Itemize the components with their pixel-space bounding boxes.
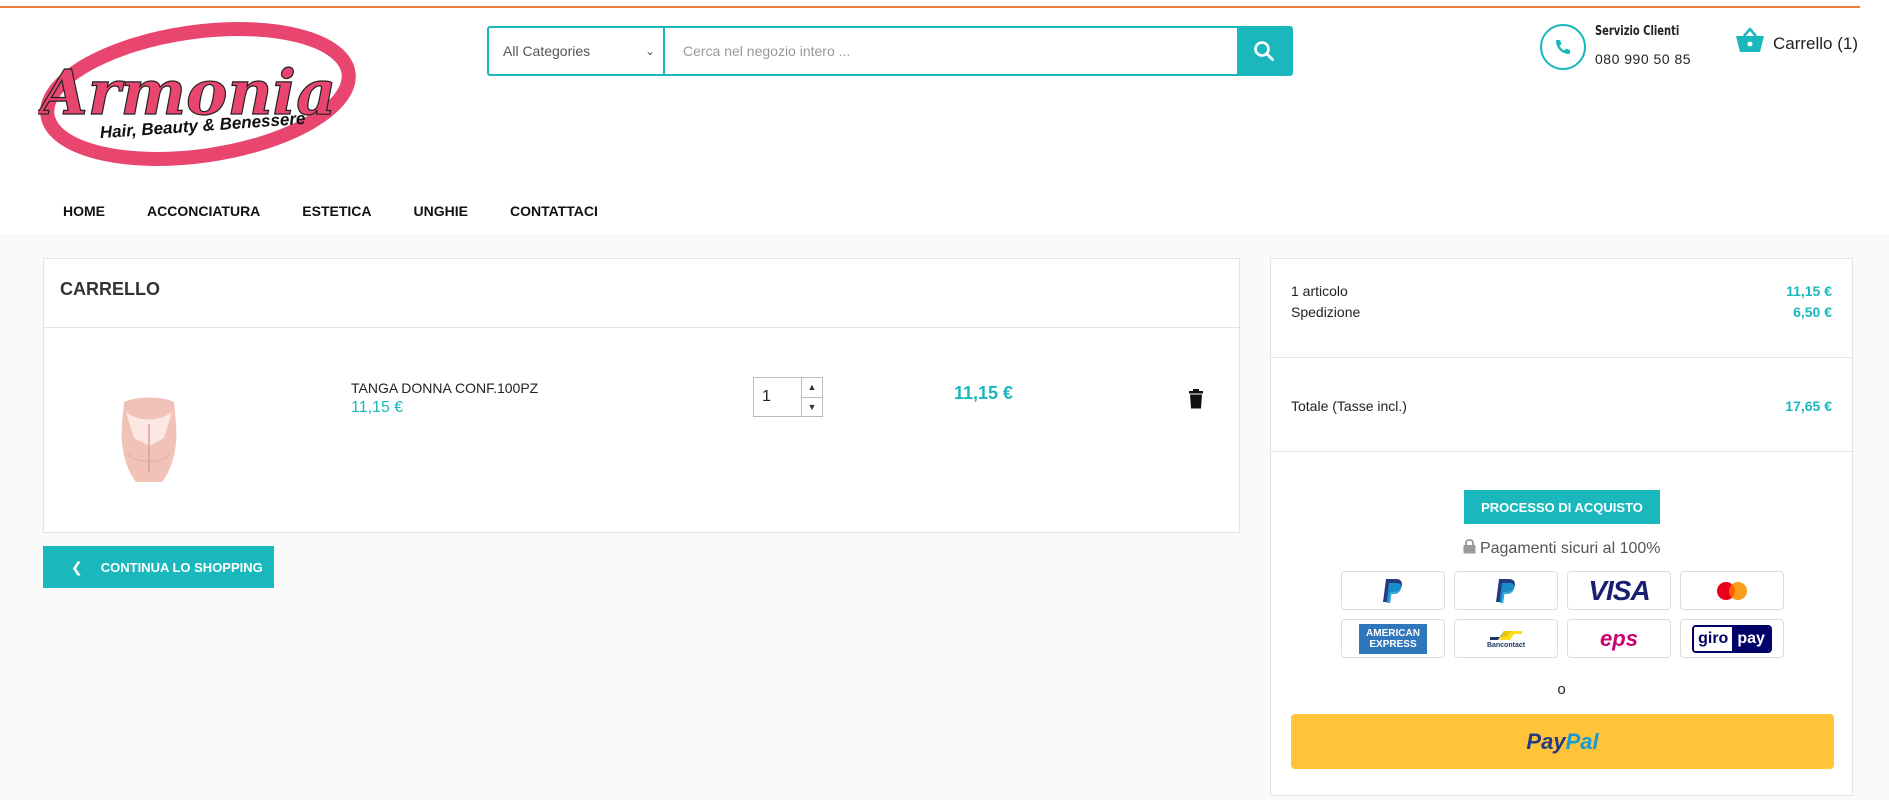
quantity-increase-button[interactable]: ▲ <box>802 378 822 398</box>
basket-icon[interactable] <box>1734 24 1766 56</box>
summary-divider <box>1271 357 1852 358</box>
bancontact-label: Bancontact <box>1486 642 1526 649</box>
chevron-left-icon: ❮ <box>71 558 83 575</box>
nav-item-contattaci[interactable]: CONTATTACI <box>510 203 598 219</box>
trash-icon[interactable] <box>1188 389 1204 409</box>
giropay-card: giro pay <box>1680 619 1784 658</box>
summary-items-row: 1 articolo 11,15 € <box>1291 283 1832 299</box>
customer-service-phone[interactable]: 080 990 50 85 <box>1595 51 1691 67</box>
or-separator: o <box>1557 681 1566 698</box>
summary-total-label: Totale (Tasse incl.) <box>1291 398 1407 414</box>
bancontact-card: Bancontact <box>1454 619 1558 658</box>
secure-payments: Pagamenti sicuri al 100% <box>1271 539 1852 558</box>
summary-items-label: 1 articolo <box>1291 283 1348 299</box>
category-select-value: All Categories <box>503 43 591 59</box>
summary-total-row: Totale (Tasse incl.) 17,65 € <box>1291 398 1832 414</box>
mastercard-icon <box>1717 581 1747 600</box>
payment-methods: VISA AMERICAN EXPRESS Bancontact eps gir… <box>1341 571 1784 658</box>
continue-shopping-button[interactable]: ❮ CONTINUA LO SHOPPING <box>43 546 274 588</box>
summary-items-value: 11,15 € <box>1786 283 1832 299</box>
cart-link[interactable]: Carrello (1) <box>1773 34 1858 54</box>
product-image[interactable] <box>114 394 184 484</box>
summary-shipping-row: Spedizione 6,50 € <box>1291 304 1832 320</box>
amex-text: EXPRESS <box>1369 638 1417 650</box>
nav-item-home[interactable]: HOME <box>63 203 105 219</box>
nav-item-estetica[interactable]: ESTETICA <box>302 203 371 219</box>
phone-icon <box>1540 24 1586 70</box>
cart-divider <box>44 327 1239 328</box>
continue-shopping-label: CONTINUA LO SHOPPING <box>100 559 263 575</box>
summary-total-value: 17,65 € <box>1785 398 1832 414</box>
paypal-button-label: Pay <box>1526 728 1566 754</box>
amex-card: AMERICAN EXPRESS <box>1341 619 1445 658</box>
cart-title: CARRELLO <box>60 279 160 299</box>
quantity-stepper: 1 ▲ ▼ <box>753 377 823 417</box>
cart-panel: CARRELLO TANGA DONNA CONF.100PZ 11,15 € … <box>43 258 1240 533</box>
line-total: 11,15 € <box>954 383 1014 403</box>
quantity-input[interactable]: 1 <box>754 378 801 416</box>
chevron-down-icon: ⌄ <box>644 44 655 58</box>
eps-card: eps <box>1567 619 1671 658</box>
search-placeholder: Cerca nel negozio intero ... <box>683 43 851 59</box>
giropay-logo: giro pay <box>1692 624 1772 653</box>
lock-icon <box>1463 539 1475 554</box>
amex-logo: AMERICAN EXPRESS <box>1359 623 1427 654</box>
giropay-text: pay <box>1732 626 1770 651</box>
summary-shipping-value: 6,50 € <box>1793 304 1832 320</box>
paypal-card <box>1341 571 1445 610</box>
paypal-icon <box>1383 578 1402 603</box>
paypal-icon <box>1496 578 1515 603</box>
product-name[interactable]: TANGA DONNA CONF.100PZ <box>351 380 538 396</box>
paypal-card <box>1454 571 1558 610</box>
nav-item-acconciatura[interactable]: ACCONCIATURA <box>147 203 260 219</box>
customer-service-title: Servizio Clienti <box>1595 24 1680 39</box>
nav-item-unghie[interactable]: UNGHIE <box>414 203 468 219</box>
amex-text: AMERICAN <box>1366 627 1420 639</box>
visa-card: VISA <box>1567 571 1671 610</box>
site-logo[interactable]: Armonia Hair, Beauty & Benessere <box>34 16 358 168</box>
giropay-text: giro <box>1694 626 1733 651</box>
search-input[interactable]: Cerca nel negozio intero ... <box>665 28 1237 74</box>
secure-payments-label: Pagamenti sicuri al 100% <box>1479 540 1661 557</box>
order-summary: 1 articolo 11,15 € Spedizione 6,50 € Tot… <box>1270 258 1853 796</box>
checkout-button[interactable]: PROCESSO DI ACQUISTO <box>1464 490 1660 524</box>
search-bar: All Categories ⌄ Cerca nel negozio inter… <box>487 26 1293 76</box>
mastercard-card <box>1680 571 1784 610</box>
summary-shipping-label: Spedizione <box>1291 304 1361 320</box>
paypal-button[interactable]: Pay Pal <box>1291 714 1834 769</box>
paypal-button-label: Pal <box>1565 728 1599 754</box>
search-button[interactable] <box>1237 28 1291 74</box>
eps-logo: eps <box>1600 625 1638 651</box>
bancontact-icon <box>1490 631 1522 640</box>
search-icon <box>1254 41 1274 61</box>
top-accent-line <box>0 6 1860 8</box>
main-nav: HOME ACCONCIATURA ESTETICA UNGHIE CONTAT… <box>63 203 640 219</box>
category-select[interactable]: All Categories ⌄ <box>489 28 665 74</box>
quantity-decrease-button[interactable]: ▼ <box>802 398 822 417</box>
visa-logo: VISA <box>1588 574 1650 606</box>
product-unit-price: 11,15 € <box>351 399 404 416</box>
summary-divider <box>1271 451 1852 452</box>
